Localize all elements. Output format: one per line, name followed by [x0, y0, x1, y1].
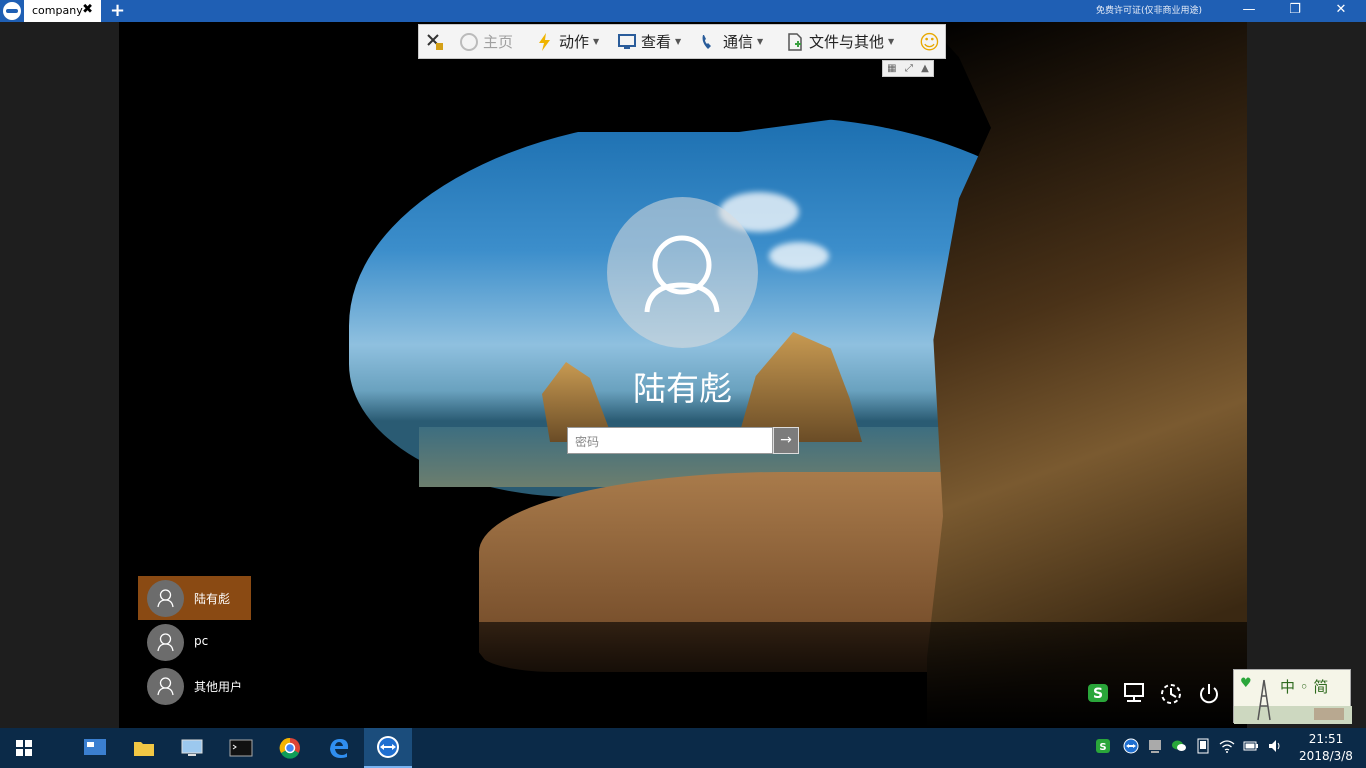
- close-connection-icon: [425, 32, 445, 52]
- clock-date: 2018/3/8: [1299, 749, 1353, 763]
- collapse-toolbar-icon[interactable]: ▲: [921, 63, 929, 74]
- teamviewer-icon: [377, 736, 399, 758]
- taskbar-clock[interactable]: 21:51 2018/3/8: [1296, 731, 1356, 765]
- home-icon: [459, 32, 479, 52]
- close-button[interactable]: ✕: [1318, 0, 1364, 22]
- folder-icon: [134, 742, 154, 756]
- teamviewer-logo-icon: [3, 2, 21, 20]
- tray-teamviewer-icon[interactable]: [1122, 738, 1140, 756]
- user-avatar-icon: [147, 580, 184, 617]
- wallpaper-cloud: [769, 242, 829, 270]
- user-list-label: 其他用户: [194, 680, 243, 694]
- control-panel-icon: [84, 739, 106, 755]
- tray-wifi-icon[interactable]: [1218, 738, 1236, 756]
- windows-logo-icon: [16, 740, 32, 756]
- chrome-icon: [279, 737, 300, 759]
- view-label: 查看: [641, 33, 672, 51]
- clock-time: 21:51: [1308, 732, 1344, 746]
- tray-wechat-icon[interactable]: [1170, 738, 1188, 756]
- user-list-item[interactable]: 其他用户: [138, 664, 251, 708]
- license-text: 免费许可证(仅非商业用途): [1096, 6, 1203, 16]
- start-button[interactable]: [0, 728, 48, 768]
- remote-toolbar: 主页 动作 ▼ 查看 ▼ 通信 ▼ 文件与其他 ▼ ☺: [418, 24, 946, 59]
- tray-sogou-icon[interactable]: S: [1094, 738, 1112, 756]
- user-avatar-icon: [147, 668, 184, 705]
- chevron-down-icon: ▼: [888, 37, 895, 46]
- taskbar-remote-desktop[interactable]: [168, 728, 216, 768]
- submit-arrow-button[interactable]: →: [773, 427, 799, 454]
- user-list-item[interactable]: pc: [138, 620, 251, 664]
- actions-label: 动作: [559, 33, 590, 51]
- user-list-item[interactable]: 陆有彪: [138, 576, 251, 620]
- user-avatar-large: [607, 197, 758, 348]
- svg-text:S: S: [1093, 686, 1103, 702]
- login-username: 陆有彪: [633, 369, 732, 408]
- taskbar-command-prompt[interactable]: [217, 728, 265, 768]
- chevron-down-icon: ▼: [757, 37, 764, 46]
- taskbar-control-panel[interactable]: [71, 728, 119, 768]
- communicate-label: 通信: [723, 33, 754, 51]
- power-icon[interactable]: [1195, 681, 1223, 709]
- tray-battery-icon[interactable]: [1242, 738, 1260, 756]
- feedback-button[interactable]: ☺: [919, 30, 940, 54]
- close-connection-button[interactable]: [425, 31, 445, 53]
- tray-device-icon[interactable]: [1194, 738, 1212, 756]
- home-label: 主页: [483, 33, 514, 51]
- ime-status-widget[interactable]: ♥ 中 ◦ 简: [1233, 669, 1352, 724]
- taskbar-file-explorer[interactable]: [120, 728, 168, 768]
- user-list-label: pc: [194, 634, 209, 648]
- grid-icon[interactable]: ▦: [887, 63, 896, 74]
- password-input[interactable]: 密码: [567, 427, 773, 454]
- user-icon: [644, 235, 720, 313]
- add-tab-button[interactable]: +: [110, 0, 125, 21]
- files-extras-label: 文件与其他: [809, 33, 885, 51]
- toolbar-mini-controls: ▦ ⤢ ▲: [882, 60, 934, 77]
- ease-of-access-icon[interactable]: [1157, 681, 1185, 709]
- wallpaper-cave-bottom: [119, 622, 1247, 728]
- remote-desktop-icon: [181, 739, 203, 756]
- phone-icon: [699, 32, 719, 52]
- fullscreen-icon[interactable]: ⤢: [905, 63, 913, 74]
- restore-button[interactable]: ❐: [1272, 0, 1318, 22]
- terminal-icon: [229, 739, 253, 757]
- teamviewer-titlebar: company ✖ + 免费许可证(仅非商业用途) — ❐ ✕: [0, 0, 1366, 22]
- svg-text:S: S: [1099, 742, 1106, 753]
- tab-close-icon[interactable]: ✖: [82, 2, 93, 17]
- monitor-icon: [617, 32, 637, 52]
- lightning-icon: [535, 32, 555, 52]
- user-avatar-icon: [147, 624, 184, 661]
- chevron-down-icon: ▼: [675, 37, 682, 46]
- communicate-menu[interactable]: 通信 ▼: [699, 31, 763, 53]
- taskbar-edge[interactable]: [315, 728, 363, 768]
- windows-taskbar: S 21:51 2018/3/8: [0, 728, 1366, 768]
- chevron-down-icon: ▼: [593, 37, 600, 46]
- edge-icon: [330, 739, 349, 758]
- taskbar-chrome[interactable]: [266, 728, 314, 768]
- smiley-icon: ☺: [919, 30, 940, 54]
- user-list-label: 陆有彪: [194, 592, 231, 606]
- network-icon[interactable]: [1120, 681, 1148, 709]
- ime-mode-text: 中 ◦ 简: [1280, 678, 1329, 696]
- home-button[interactable]: 主页: [459, 31, 513, 53]
- actions-menu[interactable]: 动作 ▼: [535, 31, 599, 53]
- file-plus-icon: [785, 32, 805, 52]
- tray-volume-icon[interactable]: [1266, 738, 1284, 756]
- tray-app-icon[interactable]: [1146, 738, 1164, 756]
- view-menu[interactable]: 查看 ▼: [617, 31, 681, 53]
- tab-label: company: [32, 4, 83, 17]
- files-extras-menu[interactable]: 文件与其他 ▼: [785, 31, 894, 53]
- heart-icon: ♥: [1240, 676, 1252, 691]
- minimize-button[interactable]: —: [1226, 0, 1272, 22]
- taskbar-teamviewer[interactable]: [364, 728, 412, 768]
- sogou-ime-icon[interactable]: S: [1084, 681, 1112, 709]
- tab-company[interactable]: company ✖: [24, 0, 101, 22]
